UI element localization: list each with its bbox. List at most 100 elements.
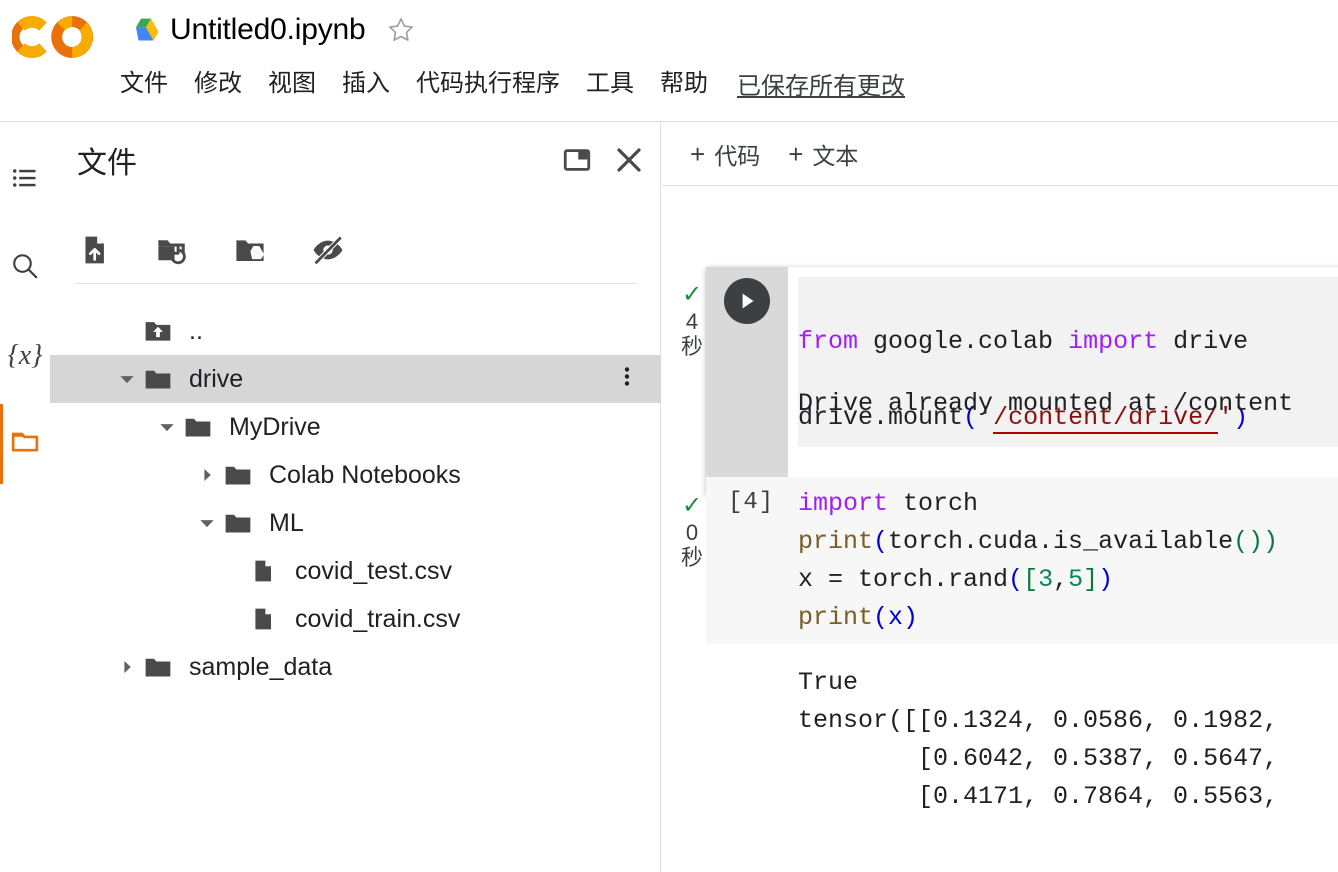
rail-item-toc[interactable] [0, 152, 50, 208]
more-options-icon[interactable] [615, 365, 639, 394]
code-token: google.colab [873, 327, 1069, 356]
menu-item-tools[interactable]: 工具 [573, 67, 647, 101]
menu-item-insert[interactable]: 插入 [329, 67, 403, 101]
cell-2-box[interactable]: [4] import torch print(torch.cuda.is_ava… [706, 477, 1338, 644]
variables-icon: {x} [7, 340, 43, 371]
cell-success-icon: ✓ [681, 492, 703, 519]
cell-1-run-gutter [706, 267, 788, 495]
menu-item-runtime[interactable]: 代码执行程序 [403, 67, 573, 101]
add-text-cell-button[interactable]: + 文本 [788, 137, 858, 171]
close-icon[interactable] [614, 145, 644, 175]
toc-icon [11, 164, 39, 197]
tree-arrow-expanded-icon[interactable] [190, 513, 224, 533]
cell-2-prompt: [4] [728, 489, 775, 516]
rail-item-variables[interactable]: {x} [0, 328, 50, 384]
cell-exec-time: 4 [685, 309, 699, 334]
save-status[interactable]: 已保存所有更改 [737, 66, 905, 101]
tree-row-label: drive [189, 364, 244, 393]
page-title[interactable]: Untitled0.ipynb [170, 13, 366, 47]
cell-2-code-line2: print(torch.cuda.is_available()) [798, 523, 1338, 561]
mount-drive-button[interactable] [232, 235, 268, 271]
refresh-folder-icon [155, 233, 189, 272]
code-token: ) [1098, 565, 1114, 594]
file-panel-toolbar [76, 222, 636, 284]
refresh-folder-button[interactable] [154, 235, 190, 271]
parent-folder-icon [144, 317, 178, 345]
tree-row-label: sample_data [189, 652, 333, 681]
cell-2-code-line3: x = torch.rand([3,5]) [798, 561, 1338, 599]
code-token: import [1068, 327, 1174, 356]
tree-row-covid-test-csv[interactable]: covid_test.csv [50, 547, 661, 595]
star-outline-icon[interactable] [387, 16, 415, 44]
code-token: torch.cuda.is_available [888, 527, 1234, 556]
rail-item-files[interactable] [0, 404, 50, 484]
cell-2-editor[interactable]: import torch print(torch.cuda.is_availab… [798, 485, 1338, 637]
search-icon [10, 251, 40, 286]
tree-arrow-collapsed-icon[interactable] [190, 466, 224, 484]
tree-row-ml[interactable]: ML [50, 499, 661, 547]
notebook-toolbar: + 代码 + 文本 [662, 122, 1338, 186]
menu-bar: 文件 修改 视图 插入 代码执行程序 工具 帮助 已保存所有更改 [120, 66, 905, 101]
upload-file-icon [77, 233, 111, 272]
folder-icon [224, 509, 258, 537]
add-code-cell-button[interactable]: + 代码 [690, 137, 760, 171]
tree-arrow-collapsed-icon[interactable] [110, 658, 144, 676]
folder-icon [144, 653, 178, 681]
menu-item-edit[interactable]: 修改 [181, 67, 255, 101]
cell-2-code-line4: print(x) [798, 599, 1338, 637]
tree-row-label: MyDrive [229, 412, 321, 441]
cell-1-code: from google.colab import drive [798, 285, 1338, 399]
rail-item-search[interactable] [0, 240, 50, 296]
code-token: print [798, 603, 874, 632]
file-tree: .. drive MyDrive Colab Notebooks ML covi… [50, 307, 661, 867]
code-token: [ [1023, 565, 1039, 594]
menu-item-view[interactable]: 视图 [255, 67, 329, 101]
output-line: True [798, 668, 859, 697]
folder-icon [10, 427, 40, 462]
tree-row-parent[interactable]: .. [50, 307, 661, 355]
tree-row-colab-notebooks[interactable]: Colab Notebooks [50, 451, 661, 499]
cell-exec-time: 0 [685, 520, 699, 545]
file-panel-header: 文件 [50, 122, 661, 194]
code-token: ) [903, 603, 919, 632]
code-token: , [1053, 565, 1069, 594]
cell-1-box[interactable]: from google.colab import drive drive.mou… [706, 267, 1338, 495]
cell-list: ✓ 4 秒 from google.colab import drive dri… [662, 187, 1338, 872]
toggle-hidden-files-button[interactable] [310, 235, 346, 271]
menu-item-help[interactable]: 帮助 [647, 67, 721, 101]
add-text-cell-label: 文本 [812, 142, 859, 169]
folder-icon [144, 365, 178, 393]
upload-file-button[interactable] [76, 235, 112, 271]
tree-row-drive[interactable]: drive [50, 355, 661, 403]
code-token: ) [1248, 527, 1264, 556]
code-token: 5 [1068, 565, 1084, 594]
code-token: ( [1233, 527, 1249, 556]
folder-icon [224, 461, 258, 489]
tree-arrow-expanded-icon[interactable] [110, 369, 144, 389]
file-panel-header-actions [562, 145, 644, 175]
run-cell-button[interactable] [724, 278, 770, 324]
code-token: from [798, 327, 874, 356]
dock-panel-icon[interactable] [562, 145, 592, 175]
tree-row-mydrive[interactable]: MyDrive [50, 403, 661, 451]
tree-arrow-expanded-icon[interactable] [150, 417, 184, 437]
mount-drive-icon [233, 233, 267, 272]
code-token: ( [873, 527, 889, 556]
tree-row-label: .. [189, 316, 203, 345]
colab-logo[interactable] [11, 12, 94, 62]
code-token: ( [1008, 565, 1024, 594]
menu-item-file[interactable]: 文件 [120, 67, 181, 101]
cell-1-output: Drive already mounted at /content [798, 385, 1338, 423]
title-row: Untitled0.ipynb [131, 8, 415, 52]
plus-icon: + [788, 138, 804, 169]
left-icon-rail: {x} [0, 122, 51, 872]
top-bar: Untitled0.ipynb 文件 修改 视图 插入 代码执行程序 工具 帮助… [0, 0, 1338, 122]
cell-2-code-line1: import torch [798, 485, 1338, 523]
folder-icon [184, 413, 218, 441]
file-icon [250, 558, 284, 584]
cell-exec-unit: 秒 [680, 545, 703, 571]
tree-row-sample-data[interactable]: sample_data [50, 643, 661, 691]
tree-row-covid-train-csv[interactable]: covid_train.csv [50, 595, 661, 643]
file-panel-title: 文件 [77, 147, 137, 180]
output-line: Drive already mounted at /content [798, 389, 1294, 418]
